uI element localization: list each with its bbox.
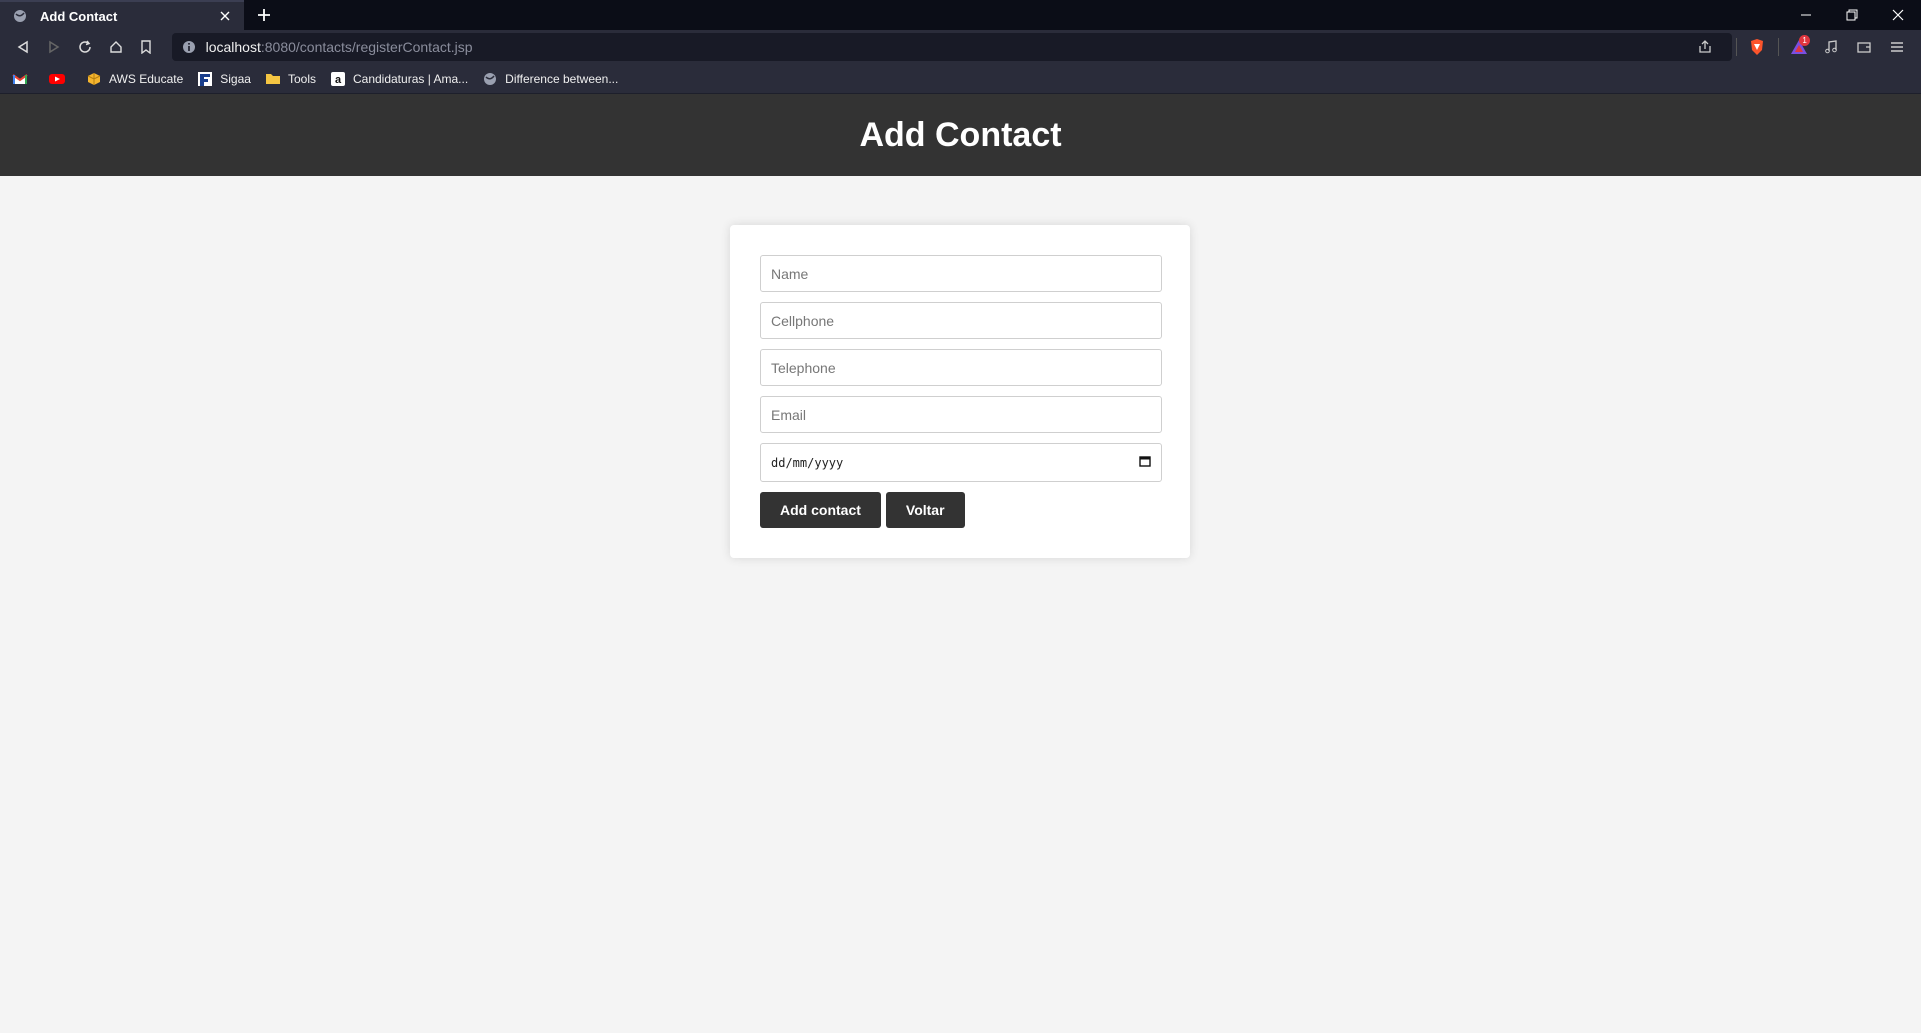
bookmark-gmail[interactable] [12,71,35,87]
globe-icon [482,71,498,87]
bookmark-label: Tools [287,71,316,86]
toolbar-divider [1777,38,1779,56]
bookmark-label: Candidaturas | Ama... [352,71,469,86]
media-icon[interactable] [1815,32,1848,62]
bookmark-icon[interactable] [131,32,162,62]
restore-icon[interactable] [1829,0,1875,30]
bookmark-aws-educate[interactable]: AWS Educate [86,71,183,87]
brave-rewards-icon[interactable]: 1 [1783,32,1816,62]
wallet-icon[interactable] [1848,32,1881,62]
site-info-icon[interactable] [182,40,196,54]
name-placeholder: Name [771,265,809,282]
youtube-icon [49,71,65,87]
cellphone-field[interactable]: Cellphone [760,302,1162,339]
address-bar[interactable]: localhost :8080/contacts/registerContact… [171,32,1732,62]
bookmark-label: Difference between... [505,71,619,86]
telephone-field[interactable]: Telephone [760,349,1162,386]
bookmark-label: Sigaa [220,71,251,86]
cellphone-placeholder: Cellphone [771,312,835,329]
new-tab-button[interactable] [244,0,284,30]
bookmark-difference[interactable]: Difference between... [482,71,618,87]
back-button[interactable]: Voltar [885,492,965,528]
menu-icon[interactable] [1880,32,1913,62]
page-title: Add Contact [859,115,1062,154]
toolbar-divider [1735,38,1737,56]
email-field[interactable]: Email [760,396,1162,433]
back-icon[interactable] [8,32,39,62]
tab-title: Add Contact [40,8,118,24]
bookmark-tools[interactable]: Tools [265,71,316,87]
minimize-icon[interactable] [1783,0,1829,30]
url-host: localhost [205,39,261,55]
email-placeholder: Email [771,406,807,423]
aws-icon [86,71,102,87]
globe-icon [12,8,28,24]
reload-icon[interactable] [69,32,100,62]
sigaa-icon [197,71,213,87]
calendar-icon[interactable] [1139,455,1151,470]
contact-form-card: Name Cellphone Telephone Email dd/mm/yyy… [730,225,1190,558]
browser-toolbar: localhost :8080/contacts/registerContact… [0,30,1921,64]
bookmark-youtube[interactable] [49,71,72,87]
brave-shields-icon[interactable] [1741,32,1774,62]
browser-tabbar: Add Contact [0,0,1921,30]
form-actions: Add contact Voltar [760,492,1160,528]
bookmarks-bar: AWS Educate Sigaa Tools a Candidaturas |… [0,64,1921,94]
forward-icon[interactable] [39,32,70,62]
close-window-icon[interactable] [1875,0,1921,30]
browser-tab-active[interactable]: Add Contact [0,0,244,30]
date-placeholder: dd/mm/yyyy [771,455,844,470]
gmail-icon [12,71,28,87]
url-path: :8080/contacts/registerContact.jsp [260,39,473,55]
add-contact-button[interactable]: Add contact [760,492,881,528]
window-controls [1783,0,1921,30]
telephone-placeholder: Telephone [771,359,836,376]
name-field[interactable]: Name [760,255,1162,292]
page-header: Add Contact [0,94,1921,176]
bookmark-label: AWS Educate [109,71,184,86]
close-tab-icon[interactable] [216,7,234,25]
bookmark-candidaturas[interactable]: a Candidaturas | Ama... [330,71,468,87]
notification-badge: 1 [1799,35,1811,46]
folder-icon [265,71,281,87]
birthdate-field[interactable]: dd/mm/yyyy [760,443,1162,482]
share-icon[interactable] [1688,32,1722,62]
home-icon[interactable] [100,32,131,62]
bookmark-sigaa[interactable]: Sigaa [197,71,251,87]
svg-text:a: a [335,74,342,86]
amazon-icon: a [330,71,346,87]
